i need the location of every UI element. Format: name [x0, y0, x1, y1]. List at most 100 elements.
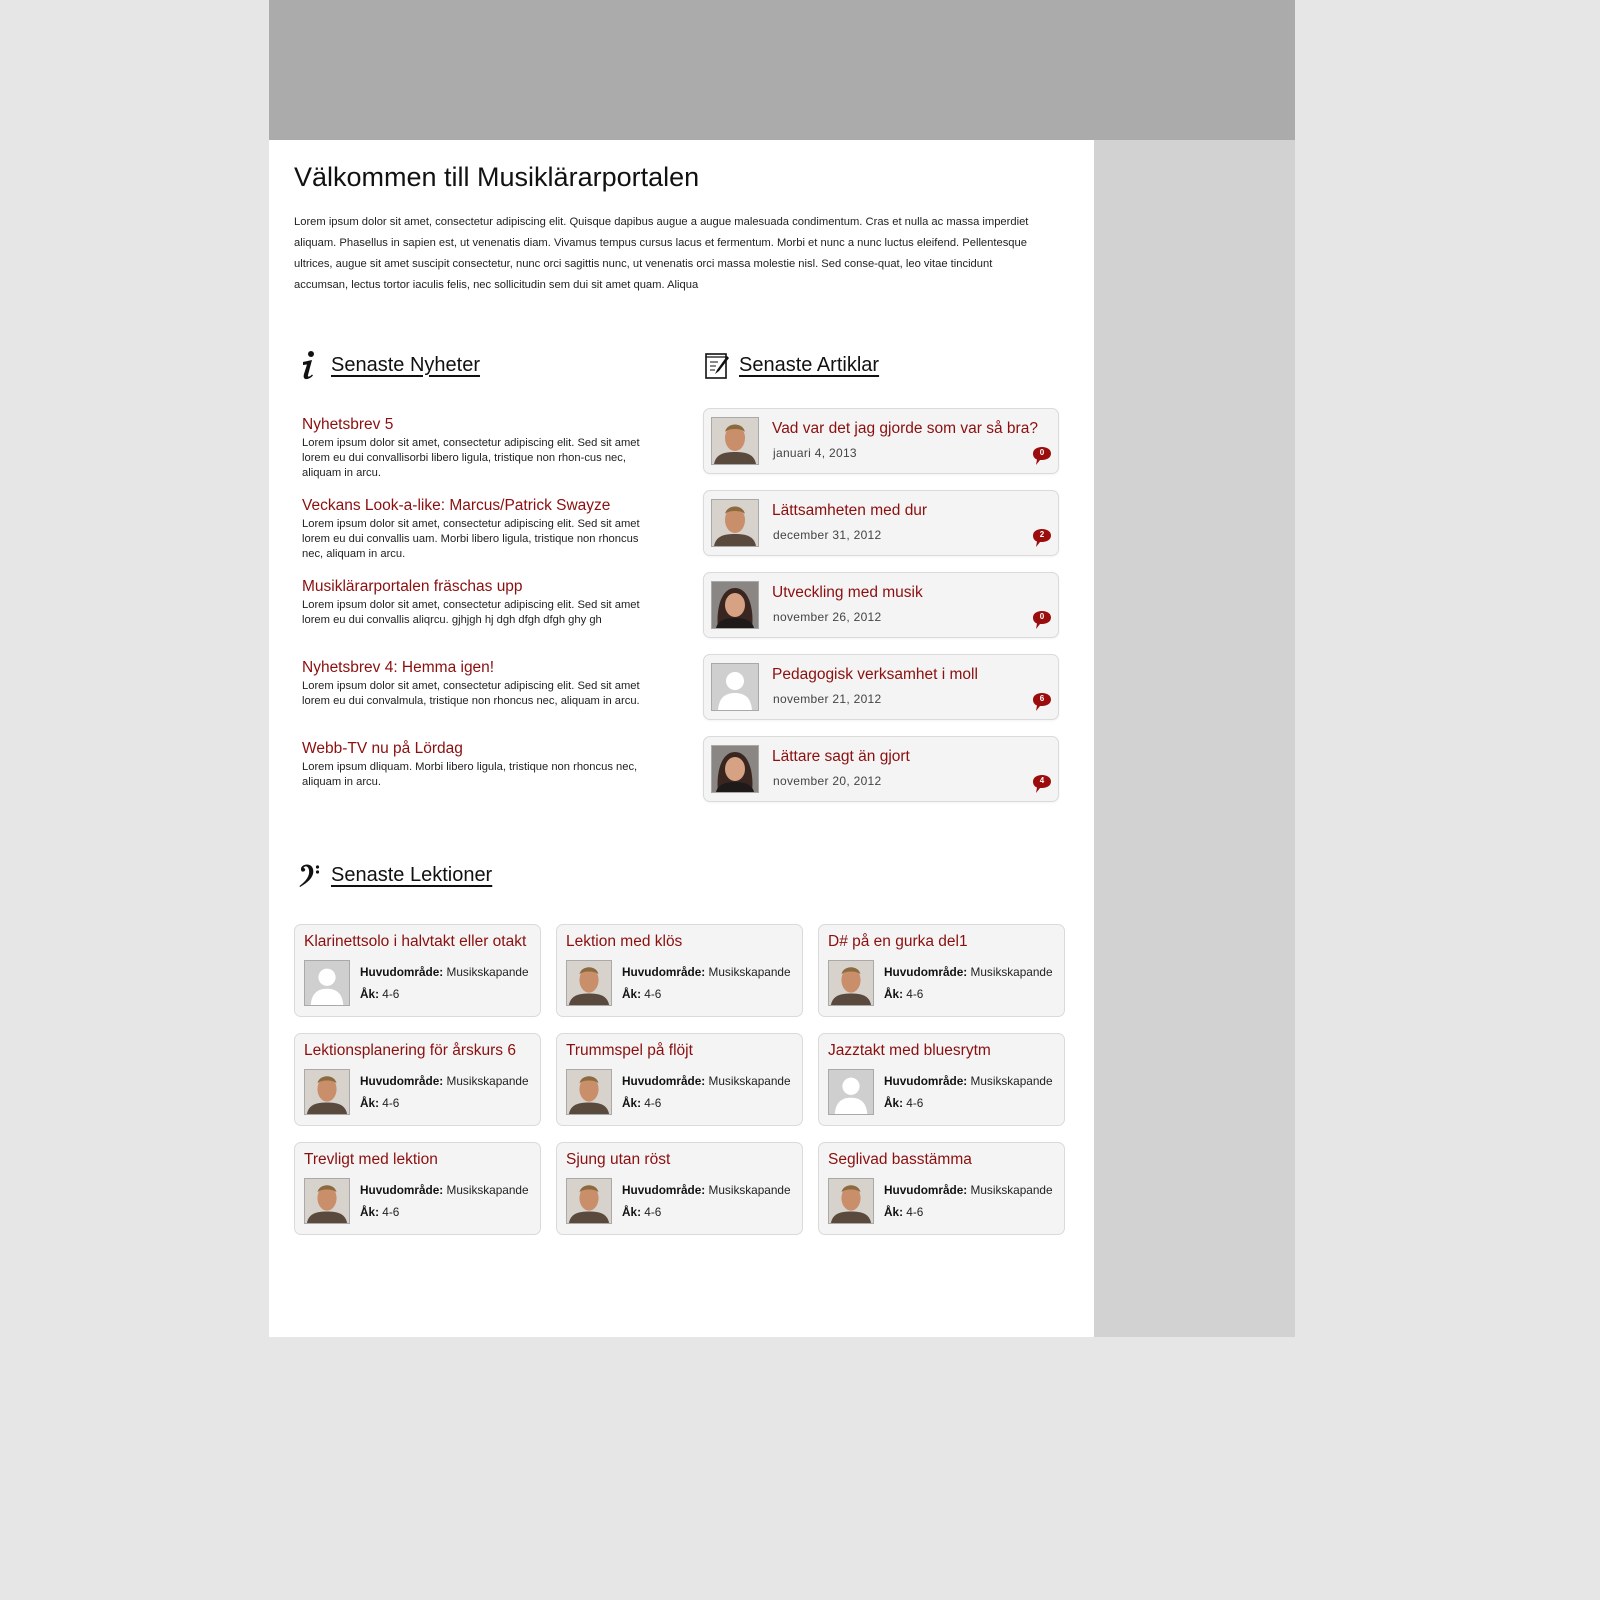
lesson-meta: Huvudområde: Musikskapande Åk: 4-6 — [360, 961, 529, 1005]
grade-label: Åk: — [622, 1205, 642, 1219]
avatar-placeholder — [711, 663, 759, 711]
area-label: Huvudområde: — [622, 965, 706, 979]
grade-label: Åk: — [360, 987, 380, 1001]
avatar-man — [711, 417, 759, 465]
comment-count-badge[interactable]: 0 — [1032, 610, 1052, 630]
lesson-area: Musikskapande — [970, 965, 1053, 979]
lesson-card[interactable]: Trummspel på flöjt Huvudområde: Musikska… — [556, 1033, 803, 1126]
news-item-title[interactable]: Musiklärarportalen fräschas upp — [302, 578, 642, 596]
article-title[interactable]: Pedagogisk verksamhet i moll — [772, 666, 978, 684]
comment-count-badge[interactable]: 4 — [1032, 774, 1052, 794]
lesson-title[interactable]: Trummspel på flöjt — [566, 1042, 693, 1060]
lessons-section-header: Senaste Lektioner — [295, 860, 492, 890]
lesson-grade: 4-6 — [644, 1096, 662, 1110]
news-item-title[interactable]: Nyhetsbrev 4: Hemma igen! — [302, 659, 642, 677]
lesson-area: Musikskapande — [446, 965, 529, 979]
lesson-area: Musikskapande — [970, 1183, 1053, 1197]
lesson-area: Musikskapande — [708, 1074, 791, 1088]
article-card[interactable]: Lättsamheten med dur december 31, 2012 2 — [703, 490, 1059, 556]
news-item-title[interactable]: Nyhetsbrev 5 — [302, 416, 642, 434]
news-heading[interactable]: Senaste Nyheter — [331, 354, 480, 377]
lesson-meta: Huvudområde: Musikskapande Åk: 4-6 — [622, 1070, 791, 1114]
article-date: januari 4, 2013 — [773, 446, 857, 460]
avatar-man — [304, 1178, 350, 1224]
area-label: Huvudområde: — [884, 1074, 968, 1088]
area-label: Huvudområde: — [622, 1183, 706, 1197]
info-icon — [295, 350, 323, 380]
area-label: Huvudområde: — [360, 1183, 444, 1197]
page-title: Välkommen till Musiklärarportalen — [294, 162, 700, 192]
comment-count-badge[interactable]: 0 — [1032, 446, 1052, 466]
avatar-man — [711, 499, 759, 547]
article-title[interactable]: Vad var det jag gjorde som var så bra? — [772, 420, 1038, 438]
lesson-area: Musikskapande — [708, 1183, 791, 1197]
article-title[interactable]: Lättsamheten med dur — [772, 502, 927, 520]
lesson-grade: 4-6 — [382, 987, 400, 1001]
news-item-title[interactable]: Webb-TV nu på Lördag — [302, 740, 642, 758]
lesson-card[interactable]: Sjung utan röst Huvudområde: Musikskapan… — [556, 1142, 803, 1235]
lesson-title[interactable]: Sjung utan röst — [566, 1151, 670, 1169]
article-date: november 20, 2012 — [773, 774, 882, 788]
lesson-card[interactable]: Lektion med klös Huvudområde: Musikskapa… — [556, 924, 803, 1017]
lesson-title[interactable]: Jazztakt med bluesrytm — [828, 1042, 991, 1060]
news-section-header: Senaste Nyheter — [295, 350, 480, 380]
lesson-title[interactable]: Klarinettsolo i halvtakt eller otakt — [304, 933, 526, 951]
bass-clef-icon — [295, 860, 323, 890]
area-label: Huvudområde: — [884, 965, 968, 979]
lesson-grade: 4-6 — [906, 1096, 924, 1110]
grade-label: Åk: — [884, 1096, 904, 1110]
lesson-card[interactable]: D# på en gurka del1 Huvudområde: Musiksk… — [818, 924, 1065, 1017]
lesson-area: Musikskapande — [446, 1074, 529, 1088]
avatar-man — [566, 960, 612, 1006]
lesson-card[interactable]: Lektionsplanering för årskurs 6 Huvudomr… — [294, 1033, 541, 1126]
lesson-grade: 4-6 — [906, 987, 924, 1001]
area-label: Huvudområde: — [622, 1074, 706, 1088]
article-card[interactable]: Lättare sagt än gjort november 20, 2012 … — [703, 736, 1059, 802]
lessons-heading[interactable]: Senaste Lektioner — [331, 864, 492, 887]
lesson-title[interactable]: Lektion med klös — [566, 933, 682, 951]
area-label: Huvudområde: — [360, 965, 444, 979]
lesson-card[interactable]: Jazztakt med bluesrytm Huvudområde: Musi… — [818, 1033, 1065, 1126]
lesson-title[interactable]: D# på en gurka del1 — [828, 933, 968, 951]
lesson-card[interactable]: Klarinettsolo i halvtakt eller otakt Huv… — [294, 924, 541, 1017]
lesson-meta: Huvudområde: Musikskapande Åk: 4-6 — [884, 961, 1053, 1005]
lesson-title[interactable]: Lektionsplanering för årskurs 6 — [304, 1042, 516, 1060]
article-title[interactable]: Lättare sagt än gjort — [772, 748, 910, 766]
grade-label: Åk: — [360, 1205, 380, 1219]
avatar-woman — [711, 745, 759, 793]
avatar-man — [828, 1178, 874, 1224]
grade-label: Åk: — [884, 1205, 904, 1219]
grade-label: Åk: — [360, 1096, 380, 1110]
article-card[interactable]: Vad var det jag gjorde som var så bra? j… — [703, 408, 1059, 474]
news-item-text: Lorem ipsum dolor sit amet, consectetur … — [302, 437, 640, 479]
lesson-grade: 4-6 — [644, 1205, 662, 1219]
lesson-grade: 4-6 — [382, 1096, 400, 1110]
lesson-title[interactable]: Seglivad basstämma — [828, 1151, 972, 1169]
avatar-placeholder — [828, 1069, 874, 1115]
news-list: Nyhetsbrev 5 Lorem ipsum dolor sit amet,… — [302, 416, 642, 821]
article-card[interactable]: Pedagogisk verksamhet i moll november 21… — [703, 654, 1059, 720]
lesson-area: Musikskapande — [446, 1183, 529, 1197]
avatar-man — [566, 1069, 612, 1115]
sidebar — [1094, 140, 1295, 1337]
lesson-card[interactable]: Trevligt med lektion Huvudområde: Musiks… — [294, 1142, 541, 1235]
news-item: Veckans Look-a-like: Marcus/Patrick Sway… — [302, 497, 642, 578]
articles-heading[interactable]: Senaste Artiklar — [739, 354, 879, 377]
lesson-grade: 4-6 — [644, 987, 662, 1001]
lesson-area: Musikskapande — [708, 965, 791, 979]
article-date: november 21, 2012 — [773, 692, 882, 706]
lesson-meta: Huvudområde: Musikskapande Åk: 4-6 — [884, 1179, 1053, 1223]
lesson-card[interactable]: Seglivad basstämma Huvudområde: Musikska… — [818, 1142, 1065, 1235]
news-item-title[interactable]: Veckans Look-a-like: Marcus/Patrick Sway… — [302, 497, 642, 515]
news-item: Nyhetsbrev 5 Lorem ipsum dolor sit amet,… — [302, 416, 642, 497]
area-label: Huvudområde: — [884, 1183, 968, 1197]
comment-count: 6 — [1039, 694, 1045, 703]
avatar-placeholder — [304, 960, 350, 1006]
lesson-title[interactable]: Trevligt med lektion — [304, 1151, 438, 1169]
comment-count-badge[interactable]: 2 — [1032, 528, 1052, 548]
comment-count-badge[interactable]: 6 — [1032, 692, 1052, 712]
article-title[interactable]: Utveckling med musik — [772, 584, 923, 602]
article-card[interactable]: Utveckling med musik november 26, 2012 0 — [703, 572, 1059, 638]
notepad-icon — [703, 350, 731, 380]
lesson-meta: Huvudområde: Musikskapande Åk: 4-6 — [360, 1179, 529, 1223]
